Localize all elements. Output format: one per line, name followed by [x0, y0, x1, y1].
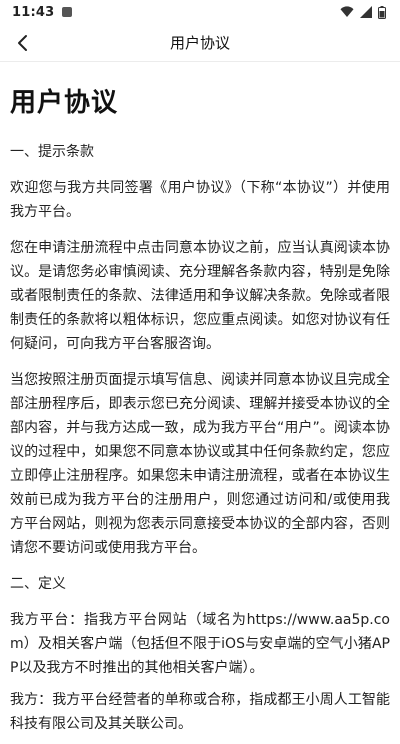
status-time: 11:43 — [12, 4, 55, 20]
section-heading-prompt-terms: 一、提示条款 — [10, 144, 94, 160]
status-icons — [340, 5, 386, 19]
back-arrow-icon — [18, 35, 27, 51]
back-button[interactable] — [8, 28, 38, 58]
signal-icon — [360, 6, 372, 18]
paragraph: 我方平台：指我方平台网站（域名为https://www.aa5p.com）及相关… — [10, 612, 390, 676]
paragraph: 欢迎您与我方共同签署《用户协议》（下称“本协议”）并使用我方平台。 — [10, 180, 390, 220]
battery-icon — [378, 5, 386, 19]
paragraph: 当您按照注册页面提示填写信息、阅读并同意本协议且完成全部注册程序后，即表示您已充… — [10, 372, 390, 556]
section-heading-definitions: 二、定义 — [10, 576, 66, 592]
app-bar-title: 用户协议 — [169, 34, 230, 52]
status-bar: 11:43 — [0, 0, 400, 24]
document-content[interactable]: 用户协议 一、提示条款 欢迎您与我方共同签署《用户协议》（下称“本协议”）并使用… — [10, 62, 390, 744]
notification-icon — [62, 7, 73, 17]
document-title: 用户协议 — [10, 88, 119, 118]
wifi-icon — [340, 6, 354, 17]
app-bar: 用户协议 — [0, 24, 400, 62]
paragraph: 我方：我方平台经营者的单称或合称，指成都王小周人工智能科技有限公司及其关联公司。 — [10, 692, 390, 732]
paragraph: 您在申请注册流程中点击同意本协议之前，应当认真阅读本协议。是请您务必审慎阅读、充… — [10, 240, 390, 352]
